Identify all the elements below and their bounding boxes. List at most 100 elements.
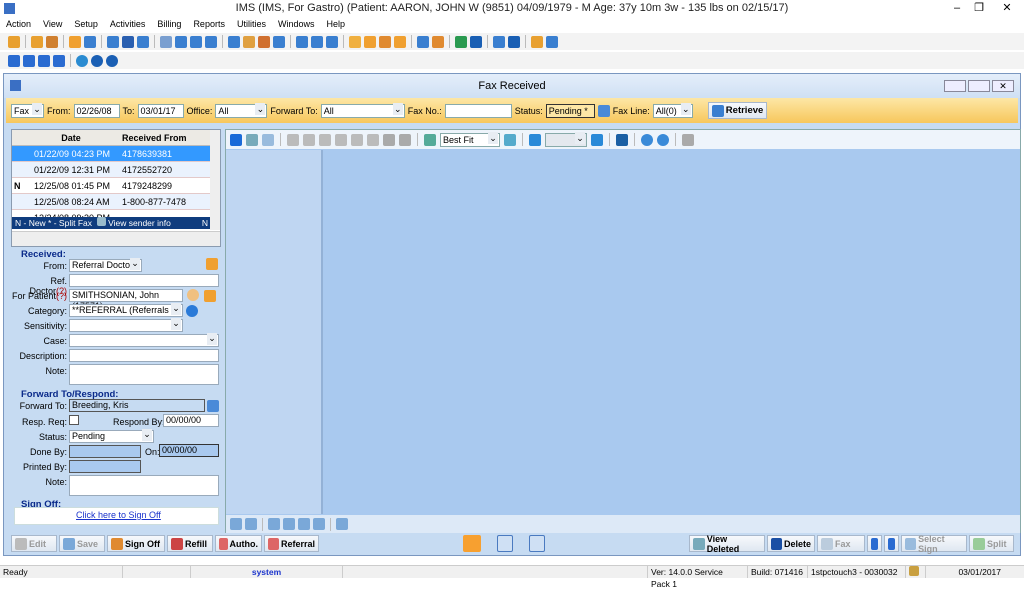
toolbar-tool-3-icon[interactable] (69, 35, 81, 48)
actual-size-icon[interactable] (268, 518, 280, 530)
fit-page-icon[interactable] (313, 518, 325, 530)
fax-no-input[interactable] (444, 103, 512, 118)
menu-reports[interactable]: Reports (187, 17, 231, 32)
toolbar-tool-13-icon[interactable] (243, 35, 255, 48)
forward-note-input[interactable] (69, 475, 219, 496)
next-icon[interactable] (38, 54, 50, 67)
toolbar-tool-5-icon[interactable] (107, 35, 119, 48)
next-page-icon[interactable] (591, 133, 603, 146)
next-button[interactable] (884, 535, 899, 552)
toolbar-tool-28-icon[interactable] (508, 35, 520, 48)
toolbar-tool-1-icon[interactable] (31, 35, 43, 48)
previous-page-icon[interactable] (529, 133, 541, 146)
menu-action[interactable]: Action (0, 17, 37, 32)
type-select[interactable]: Fax (11, 102, 44, 118)
view-deleted-button[interactable]: View Deleted (689, 534, 765, 554)
tools-icon[interactable] (682, 133, 694, 146)
toolbar-tool-15-icon[interactable] (273, 35, 285, 48)
printed-by-field[interactable] (69, 460, 141, 473)
patient-calendar-icon[interactable] (204, 290, 216, 302)
from-date[interactable]: 02/26/08 (73, 103, 120, 118)
autho-button[interactable]: Autho. (215, 535, 262, 552)
toolbar-tool-27-icon[interactable] (493, 35, 505, 48)
print-icon[interactable] (336, 518, 348, 530)
zoom-in-icon[interactable] (424, 133, 436, 146)
rotate-left-icon[interactable] (641, 133, 653, 146)
split-button[interactable]: Split (969, 535, 1014, 552)
edit-button[interactable]: Edit (11, 535, 57, 552)
zoom-select[interactable]: Best Fit (440, 131, 500, 147)
fit-height-icon[interactable] (298, 518, 310, 530)
list-item[interactable]: 12/25/08 08:24 AM 1-800-877-7478 (12, 194, 220, 210)
sign-off-button[interactable]: Sign Off (107, 535, 165, 552)
toolbar-tool-10-icon[interactable] (190, 35, 202, 48)
layout-single-icon[interactable] (497, 535, 513, 552)
note-input[interactable] (69, 364, 219, 385)
layout-split-icon[interactable] (463, 535, 481, 552)
description-input[interactable] (69, 349, 219, 362)
retrieve-button[interactable]: Retrieve (707, 102, 768, 119)
forward-status-select[interactable]: Pending (69, 429, 154, 443)
done-by-field[interactable] (69, 445, 141, 458)
toolbar-tool-23-icon[interactable] (417, 35, 429, 48)
patient-input[interactable]: SMITHSONIAN, John (17571) (69, 289, 183, 311)
toolbar-tool-16-icon[interactable] (296, 35, 308, 48)
view-icon[interactable] (616, 133, 628, 146)
help-icon[interactable] (91, 54, 103, 67)
received-from-header[interactable]: Received From (116, 133, 187, 143)
respond-by-input[interactable]: 00/00/00 (163, 414, 219, 427)
office-select[interactable]: All (215, 102, 268, 118)
date-header[interactable]: Date (26, 133, 116, 143)
list-scrollbar[interactable] (210, 130, 220, 230)
toolbar-tool-22-icon[interactable] (394, 35, 406, 48)
pointer-icon[interactable] (230, 133, 242, 146)
note-icon[interactable] (319, 133, 331, 146)
thumbnail-pane[interactable] (226, 150, 323, 514)
case-select[interactable] (69, 333, 219, 347)
toolbar-tool-4-icon[interactable] (84, 35, 96, 48)
add-category-icon[interactable] (186, 305, 198, 317)
contact-icon[interactable] (206, 258, 218, 270)
save-button[interactable]: Save (59, 535, 105, 552)
toolbar-tool-26-icon[interactable] (470, 35, 482, 48)
list-item[interactable]: 01/22/09 04:23 PM 4178639381 (12, 146, 220, 162)
first-icon[interactable] (8, 54, 20, 67)
maximize-button[interactable]: ❐ (966, 0, 992, 17)
zoom-out-icon[interactable] (504, 133, 516, 146)
toolbar-tool-18-icon[interactable] (326, 35, 338, 48)
menu-utilities[interactable]: Utilities (231, 17, 272, 32)
page-select[interactable] (545, 131, 587, 147)
rectangle-icon[interactable] (383, 133, 395, 146)
list-item[interactable]: N 12/25/08 01:45 PM 4179248299 (12, 178, 220, 194)
toolbar-tool-30-icon[interactable] (546, 35, 558, 48)
refill-button[interactable]: Refill (167, 535, 213, 552)
toolbar-tool-8-icon[interactable] (160, 35, 172, 48)
toolbar-tool-19-icon[interactable] (349, 35, 361, 48)
close-button[interactable]: ✕ (990, 0, 1024, 17)
previous-icon[interactable] (23, 54, 35, 67)
toolbar-tool-2-icon[interactable] (46, 35, 58, 48)
menu-help[interactable]: Help (320, 17, 351, 32)
menu-setup[interactable]: Setup (68, 17, 104, 32)
pen-icon[interactable] (287, 133, 299, 146)
toolbar-tool-0-icon[interactable] (8, 35, 20, 48)
sensitivity-select[interactable] (69, 318, 183, 332)
window-minimize-button[interactable] (944, 80, 966, 92)
status-picker-icon[interactable] (597, 104, 610, 117)
ref-doctor-input[interactable] (69, 274, 219, 287)
on-date-field[interactable]: 00/00/00 (159, 444, 219, 457)
refresh-icon[interactable] (76, 54, 88, 67)
referral-button[interactable]: Referral (264, 535, 319, 552)
fit-width-icon[interactable] (283, 518, 295, 530)
thumbnails-icon[interactable] (230, 518, 242, 530)
rotate-right-icon[interactable] (657, 133, 669, 146)
toolbar-tool-29-icon[interactable] (531, 35, 543, 48)
from-select[interactable]: Referral Doctor (69, 258, 142, 272)
window-close-button[interactable]: ✕ (992, 80, 1014, 92)
toolbar-tool-11-icon[interactable] (205, 35, 217, 48)
pan-hand-icon[interactable] (246, 133, 258, 146)
window-restore-button[interactable] (968, 80, 990, 92)
menu-activities[interactable]: Activities (104, 17, 152, 32)
toolbar-tool-12-icon[interactable] (228, 35, 240, 48)
list-hscrollbar[interactable] (12, 231, 220, 246)
